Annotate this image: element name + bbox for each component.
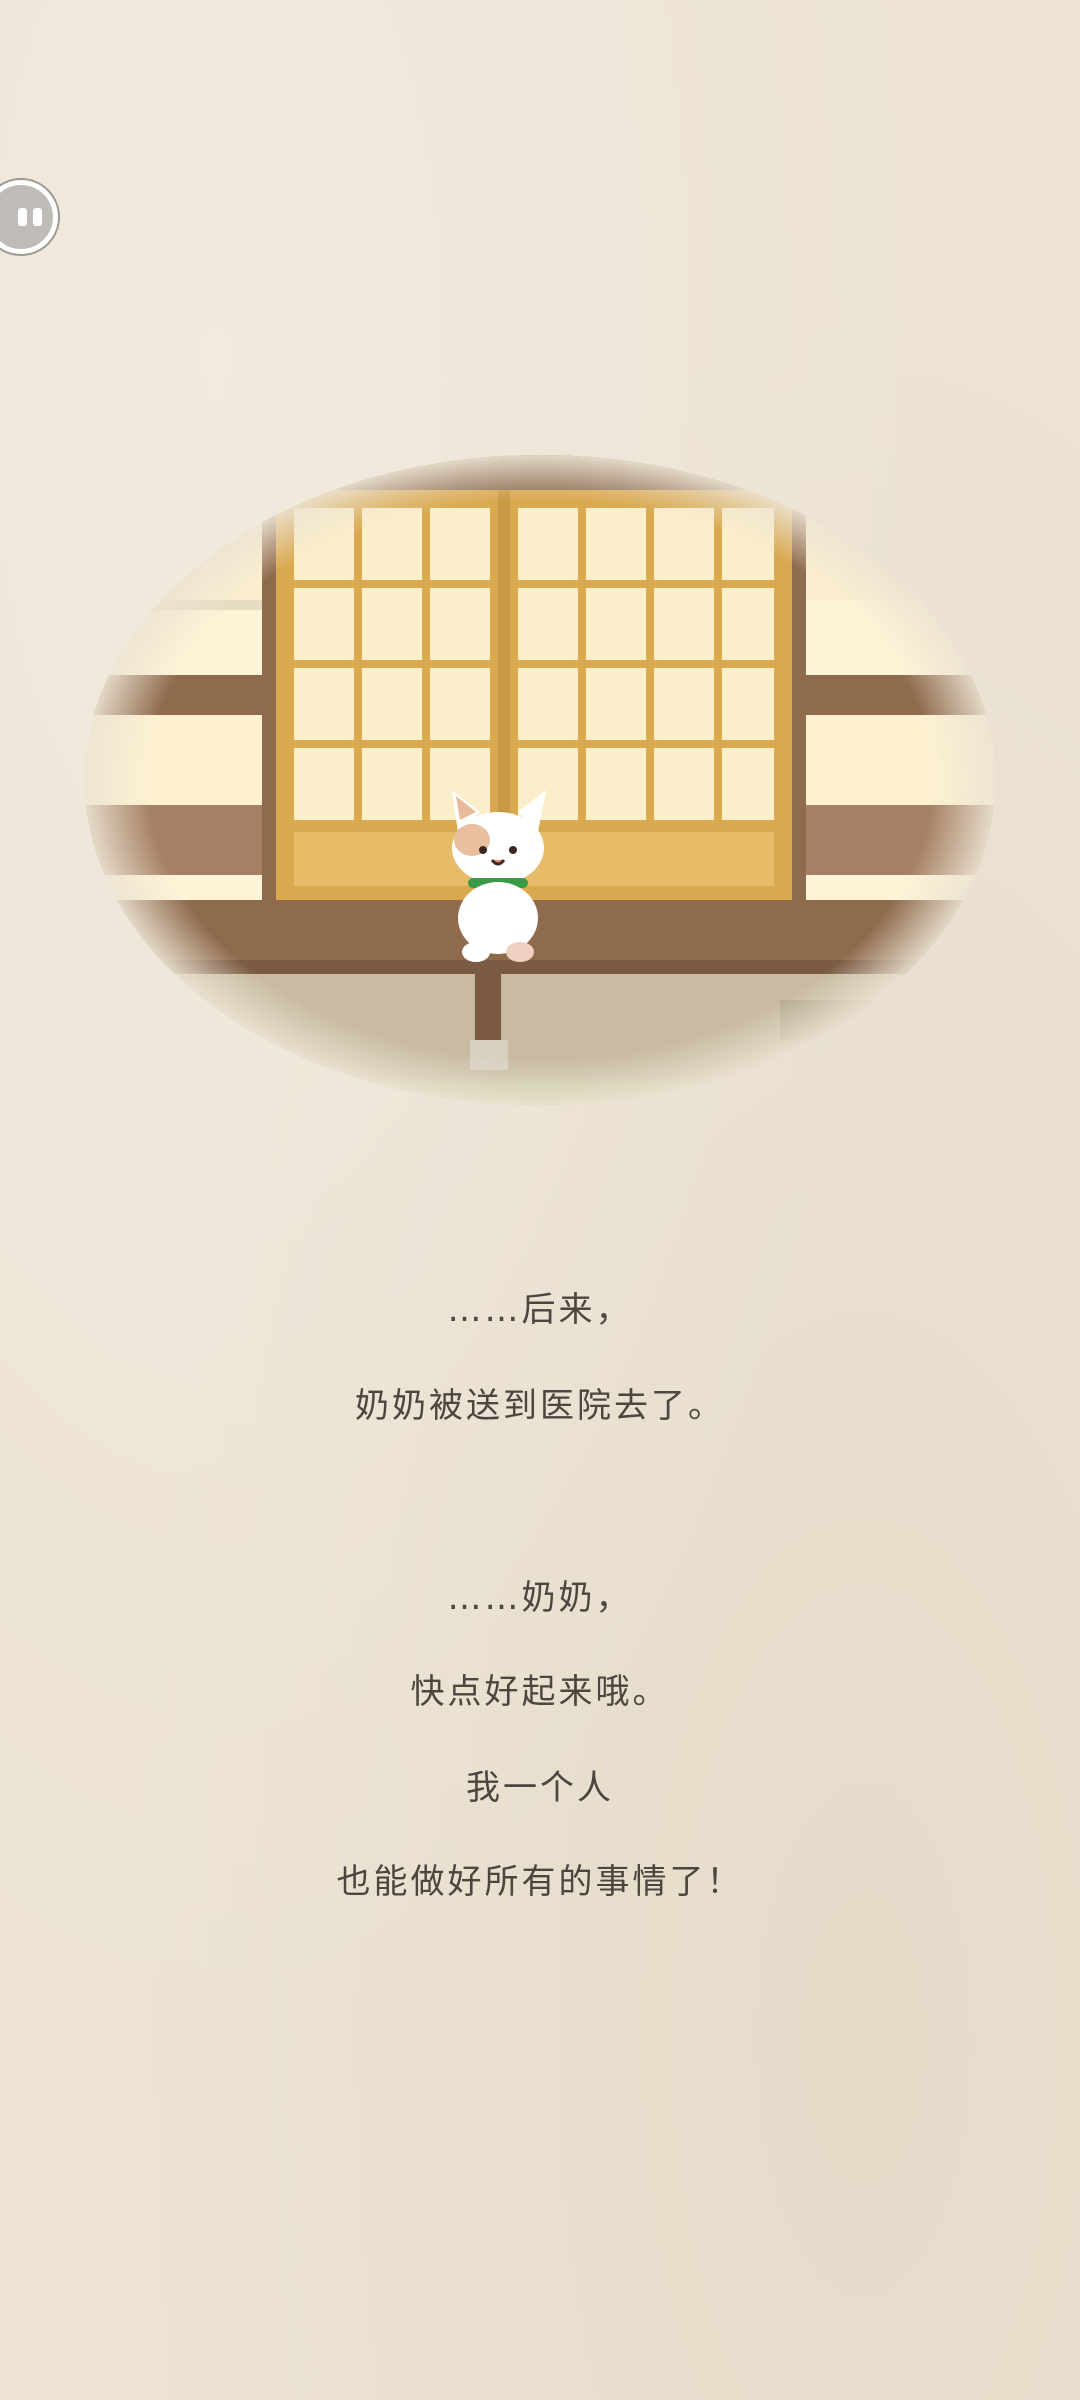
story-line-6: 也能做好所有的事情了！: [336, 1862, 744, 1902]
story-line-5: 我一个人: [466, 1768, 614, 1808]
story-line-1: ……后来，: [447, 1290, 633, 1330]
pause-icon: [15, 208, 45, 226]
story-line-2: 奶奶被送到医院去了。: [355, 1386, 725, 1426]
story-line-3: ……奶奶，: [447, 1578, 633, 1618]
cat-on-porch-illustration: [85, 455, 995, 1105]
story-line-4: 快点好起来哦。: [410, 1672, 670, 1712]
paper-background: [0, 0, 1080, 2400]
story-illustration: [80, 440, 1000, 1120]
